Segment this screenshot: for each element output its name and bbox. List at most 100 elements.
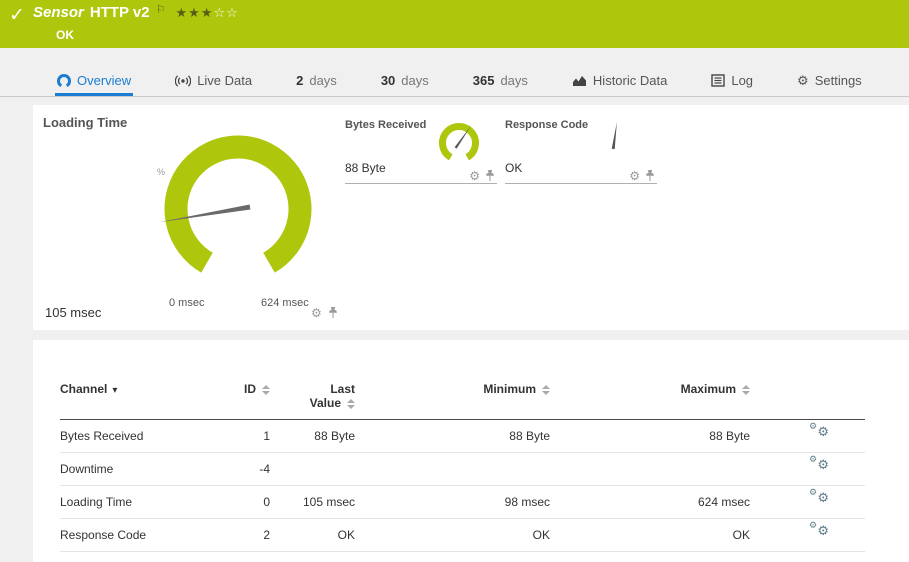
column-header-last-value[interactable]: Last Value <box>270 382 355 410</box>
graph-settings-gear-icon[interactable]: ⚙ <box>469 170 480 182</box>
cell-id: 0 <box>210 495 270 509</box>
tab-historic-data-label: Historic Data <box>593 73 667 88</box>
sort-icon <box>347 399 355 409</box>
cell-channel: Bytes Received <box>60 429 210 443</box>
tab-30-days-label: days <box>401 73 428 88</box>
tab-30-days[interactable]: 30 days <box>379 68 431 96</box>
channels-panel: Channel ▾ ID Last Value Minimum Maximum B… <box>33 340 909 562</box>
cell-channel: Loading Time <box>60 495 210 509</box>
table-row: Response Code 2 OK OK OK ⚙⚙ <box>60 519 865 552</box>
cell-id: 1 <box>210 429 270 443</box>
tab-overview-label: Overview <box>77 73 131 88</box>
cell-last-value: OK <box>270 528 355 542</box>
sort-icon <box>262 385 270 395</box>
sensor-status-header: ✓ Sensor HTTP v2 ⚐ ★★★☆☆ OK <box>0 0 909 48</box>
tab-365-days[interactable]: 365 days <box>471 68 530 96</box>
stars-empty: ☆☆ <box>213 5 238 20</box>
graph-pin-icon[interactable] <box>645 169 655 182</box>
tab-2-days[interactable]: 2 days <box>294 68 339 96</box>
response-code-value: OK <box>505 161 522 175</box>
sort-icon <box>742 385 750 395</box>
loading-time-value: 105 msec <box>45 305 101 320</box>
column-header-id-label: ID <box>244 382 256 396</box>
column-header-id[interactable]: ID <box>210 382 270 396</box>
graph-settings-gear-icon[interactable]: ⚙ <box>311 307 322 319</box>
tab-settings-label: Settings <box>815 73 862 88</box>
response-code-gauge-block: Response Code OK ⚙ <box>505 117 657 187</box>
cell-minimum: 98 msec <box>355 495 550 509</box>
tab-30-days-number: 30 <box>381 73 395 88</box>
tab-live-data-label: Live Data <box>197 73 252 88</box>
loading-time-title: Loading Time <box>43 115 127 130</box>
divider <box>345 183 497 184</box>
cell-maximum: OK <box>550 528 750 542</box>
status-check-icon: ✓ <box>9 4 25 27</box>
table-row: Bytes Received 1 88 Byte 88 Byte 88 Byte… <box>60 420 865 453</box>
bytes-received-title: Bytes Received <box>345 119 426 131</box>
tab-2-days-label: days <box>309 73 336 88</box>
loading-time-gauge <box>128 117 348 307</box>
sort-icon <box>542 385 550 395</box>
tab-overview[interactable]: Overview <box>55 68 133 96</box>
tab-historic-data[interactable]: Historic Data <box>570 68 669 96</box>
tab-settings[interactable]: ⚙ Settings <box>795 68 864 96</box>
cell-minimum: OK <box>355 528 550 542</box>
channel-settings-icon[interactable]: ⚙⚙ <box>809 493 829 508</box>
sensor-name: HTTP v2 <box>90 4 150 21</box>
tab-365-days-label: days <box>500 73 527 88</box>
gauge-scale-max: 624 msec <box>261 297 309 309</box>
cell-last-value: 105 msec <box>270 495 355 509</box>
column-header-minimum[interactable]: Minimum <box>355 382 550 396</box>
gauge-arc <box>176 147 300 263</box>
response-code-title: Response Code <box>505 119 588 131</box>
channels-table: Channel ▾ ID Last Value Minimum Maximum B… <box>60 382 865 552</box>
sensor-status-text: OK <box>56 28 74 42</box>
sensor-title: Sensor HTTP v2 ⚐ ★★★☆☆ <box>33 4 239 21</box>
column-header-channel[interactable]: Channel ▾ <box>60 382 210 396</box>
gauge-scale-min: 0 msec <box>169 297 204 309</box>
bytes-received-value: 88 Byte <box>345 161 386 175</box>
graph-settings-gear-icon[interactable]: ⚙ <box>629 170 640 182</box>
cell-id: 2 <box>210 528 270 542</box>
divider <box>505 183 657 184</box>
gauges-panel: Loading Time % 0 msec 624 msec 105 msec … <box>33 105 909 330</box>
channel-settings-icon[interactable]: ⚙⚙ <box>809 460 829 475</box>
settings-gear-icon: ⚙ <box>797 73 809 89</box>
channel-sort-caret-icon: ▾ <box>112 385 117 396</box>
cell-maximum: 88 Byte <box>550 429 750 443</box>
gauge-needle <box>612 122 617 149</box>
cell-last-value: 88 Byte <box>270 429 355 443</box>
cell-id: -4 <box>210 462 270 476</box>
column-header-channel-label: Channel <box>60 382 107 396</box>
channel-settings-icon[interactable]: ⚙⚙ <box>809 526 829 541</box>
column-header-maximum[interactable]: Maximum <box>550 382 750 396</box>
response-code-gauge <box>587 117 642 169</box>
cell-channel: Response Code <box>60 528 210 542</box>
page: ✓ Sensor HTTP v2 ⚐ ★★★☆☆ OK Overview Liv… <box>0 0 909 562</box>
table-row: Loading Time 0 105 msec 98 msec 624 msec… <box>60 486 865 519</box>
tab-365-days-number: 365 <box>473 73 495 88</box>
flag-icon[interactable]: ⚐ <box>156 3 166 16</box>
log-list-icon <box>711 74 725 87</box>
tab-log[interactable]: Log <box>709 68 755 96</box>
column-header-maximum-label: Maximum <box>681 382 736 396</box>
table-row: Downtime -4 ⚙⚙ <box>60 453 865 486</box>
tab-2-days-number: 2 <box>296 73 303 88</box>
bytes-received-gauge-block: Bytes Received 88 Byte ⚙ <box>345 117 497 187</box>
cell-channel: Downtime <box>60 462 210 476</box>
tab-log-label: Log <box>731 73 753 88</box>
graph-pin-icon[interactable] <box>328 306 338 319</box>
column-header-minimum-label: Minimum <box>483 382 536 396</box>
overview-gauge-icon <box>57 74 71 88</box>
tab-bar: Overview Live Data 2 days 30 days 365 da… <box>0 68 909 97</box>
tab-live-data[interactable]: Live Data <box>173 68 254 96</box>
cell-maximum: 624 msec <box>550 495 750 509</box>
cell-minimum: 88 Byte <box>355 429 550 443</box>
channel-settings-icon[interactable]: ⚙⚙ <box>809 427 829 442</box>
live-data-broadcast-icon <box>175 74 191 88</box>
graph-pin-icon[interactable] <box>485 169 495 182</box>
sensor-type-label: Sensor <box>33 4 84 21</box>
priority-stars[interactable]: ★★★☆☆ <box>175 5 238 21</box>
stars-filled: ★★★ <box>175 5 213 20</box>
table-header-row: Channel ▾ ID Last Value Minimum Maximum <box>60 382 865 420</box>
